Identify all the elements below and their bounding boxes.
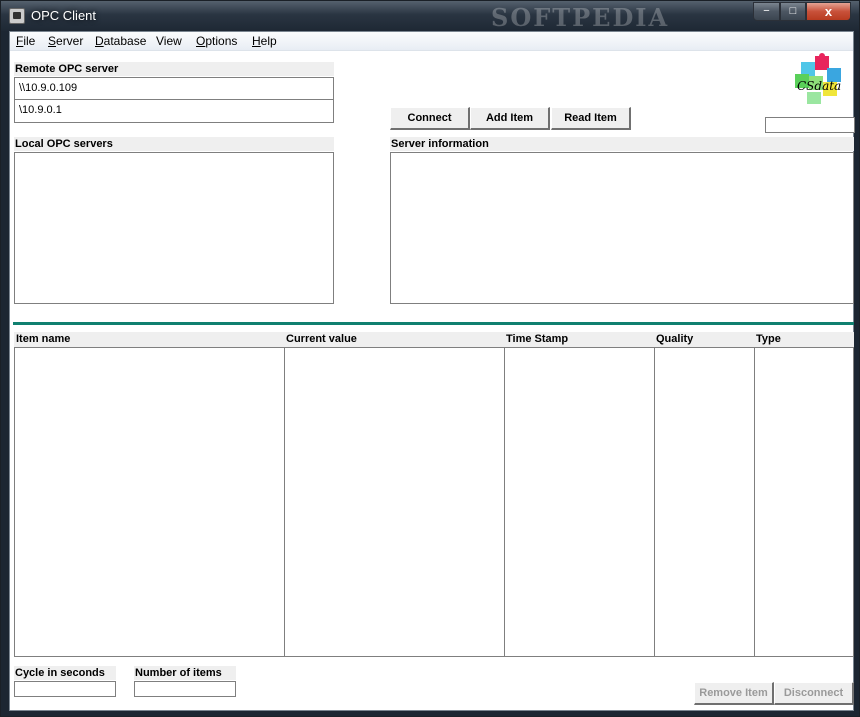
column-header-time-stamp: Time Stamp	[504, 332, 654, 347]
number-of-items-label: Number of items	[134, 666, 236, 680]
column-header-type: Type	[754, 332, 854, 347]
column-time-stamp[interactable]	[504, 347, 655, 657]
watermark: SOFTPEDIA	[491, 3, 670, 32]
column-current-value[interactable]	[284, 347, 505, 657]
connect-button[interactable]: Connect	[390, 107, 470, 130]
csdata-logo: CSdata	[795, 53, 841, 104]
cycle-seconds-label: Cycle in seconds	[14, 666, 116, 680]
menu-view[interactable]: View	[156, 34, 182, 48]
read-item-button[interactable]: Read Item	[551, 107, 631, 130]
cycle-seconds-input[interactable]	[14, 681, 116, 697]
app-icon[interactable]	[9, 8, 25, 24]
app-window: OPC Client SOFTPEDIA − □ x File Server D…	[0, 0, 860, 717]
menu-help[interactable]: Help	[252, 34, 277, 48]
server-info-label: Server information	[390, 137, 854, 151]
number-of-items-field[interactable]	[134, 681, 236, 697]
client-area: File Server Database View Options Help R…	[9, 31, 855, 711]
remote-server-item[interactable]: \10.9.0.1	[15, 100, 333, 122]
disconnect-button[interactable]: Disconnect	[774, 682, 854, 705]
window-title: OPC Client	[31, 8, 97, 23]
logo-text: CSdata	[797, 79, 841, 93]
menu-file[interactable]: File	[16, 34, 35, 48]
column-header-current-value: Current value	[284, 332, 504, 347]
server-info-box[interactable]	[390, 152, 854, 304]
section-divider	[13, 322, 854, 325]
column-type[interactable]	[754, 347, 854, 657]
menu-database[interactable]: Database	[95, 34, 146, 48]
add-item-button[interactable]: Add Item	[470, 107, 550, 130]
close-button[interactable]: x	[806, 2, 851, 21]
column-header-quality: Quality	[654, 332, 754, 347]
maximize-button[interactable]: □	[780, 2, 806, 21]
column-quality[interactable]	[654, 347, 755, 657]
menu-bar: File Server Database View Options Help	[10, 32, 853, 51]
column-item-name[interactable]	[14, 347, 285, 657]
remote-server-label: Remote OPC server	[14, 62, 334, 76]
menu-options[interactable]: Options	[196, 34, 237, 48]
remove-item-button[interactable]: Remove Item	[694, 682, 774, 705]
local-servers-label: Local OPC servers	[14, 137, 334, 151]
logo-status-field[interactable]	[765, 117, 855, 133]
remote-server-list[interactable]: \\10.9.0.109 \10.9.0.1	[14, 77, 334, 123]
remote-server-item[interactable]: \\10.9.0.109	[15, 78, 333, 100]
local-servers-list[interactable]	[14, 152, 334, 304]
column-header-item-name: Item name	[14, 332, 284, 347]
menu-server[interactable]: Server	[48, 34, 83, 48]
minimize-button[interactable]: −	[753, 2, 780, 21]
title-bar[interactable]: OPC Client SOFTPEDIA − □ x	[1, 1, 859, 32]
